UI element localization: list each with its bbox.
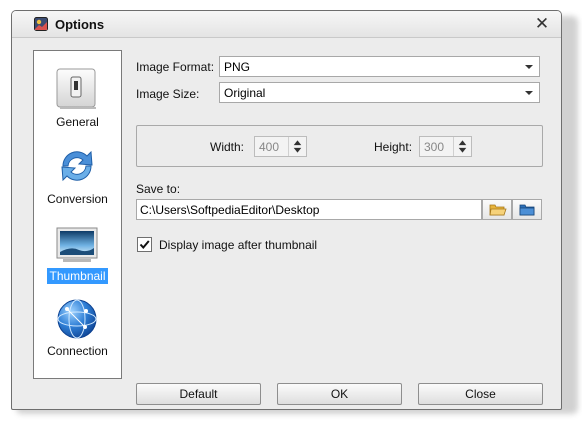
title-bar[interactable]: Options ✕ xyxy=(12,11,561,38)
open-folder-icon xyxy=(489,204,507,216)
height-label: Height: xyxy=(374,140,413,154)
default-button[interactable]: Default xyxy=(136,383,261,405)
spin-arrows-icon[interactable] xyxy=(288,137,306,156)
browse-folder-button[interactable] xyxy=(482,199,512,220)
globe-network-icon xyxy=(57,299,97,339)
sidebar-item-label: Connection xyxy=(47,344,108,358)
sidebar-item-label: Thumbnail xyxy=(47,268,108,284)
close-button[interactable]: Close xyxy=(418,383,543,405)
width-label: Width: xyxy=(210,140,245,154)
image-size-value: Original xyxy=(224,86,266,100)
sidebar-item-general[interactable]: General xyxy=(34,67,121,133)
sidebar-item-label: Conversion xyxy=(47,192,108,206)
height-value: 300 xyxy=(424,140,445,154)
sidebar-item-thumbnail[interactable]: Thumbnail xyxy=(34,222,121,288)
image-format-label: Image Format: xyxy=(136,60,215,74)
save-path-field[interactable]: C:\Users\SoftpediaEditor\Desktop xyxy=(136,199,482,220)
sidebar-item-conversion[interactable]: Conversion xyxy=(34,144,121,210)
save-path-value: C:\Users\SoftpediaEditor\Desktop xyxy=(140,203,320,217)
spin-arrows-icon[interactable] xyxy=(453,137,471,156)
dimensions-group: Width: 400 Height: 300 xyxy=(136,125,543,167)
width-stepper[interactable]: 400 xyxy=(254,136,307,157)
options-sidebar: General Conversion Thumbnail Connection xyxy=(33,50,122,379)
chevron-down-icon[interactable] xyxy=(519,83,539,102)
switch-icon xyxy=(56,68,96,109)
image-size-label: Image Size: xyxy=(136,87,200,101)
sidebar-item-connection[interactable]: Connection xyxy=(34,297,121,363)
image-size-select[interactable]: Original xyxy=(219,82,540,103)
image-format-value: PNG xyxy=(224,60,251,74)
open-destination-button[interactable] xyxy=(512,199,542,220)
display-after-checkbox[interactable] xyxy=(137,237,152,252)
refresh-arrows-icon xyxy=(61,150,93,182)
display-after-label: Display image after thumbnail xyxy=(159,238,318,252)
chevron-down-icon[interactable] xyxy=(519,57,539,76)
save-to-label: Save to: xyxy=(136,182,181,196)
width-value: 400 xyxy=(259,140,280,154)
app-icon xyxy=(34,17,48,31)
landscape-image-icon xyxy=(56,227,98,262)
image-format-select[interactable]: PNG xyxy=(219,56,540,77)
ok-button[interactable]: OK xyxy=(277,383,402,405)
folder-icon xyxy=(519,204,535,216)
close-icon[interactable]: ✕ xyxy=(533,15,551,33)
window-title: Options xyxy=(55,17,105,32)
options-dialog: Options ✕ General Conversion Thumbnail C… xyxy=(11,10,562,410)
height-stepper[interactable]: 300 xyxy=(419,136,472,157)
checkmark-icon xyxy=(139,240,150,250)
sidebar-item-label: General xyxy=(56,115,99,129)
